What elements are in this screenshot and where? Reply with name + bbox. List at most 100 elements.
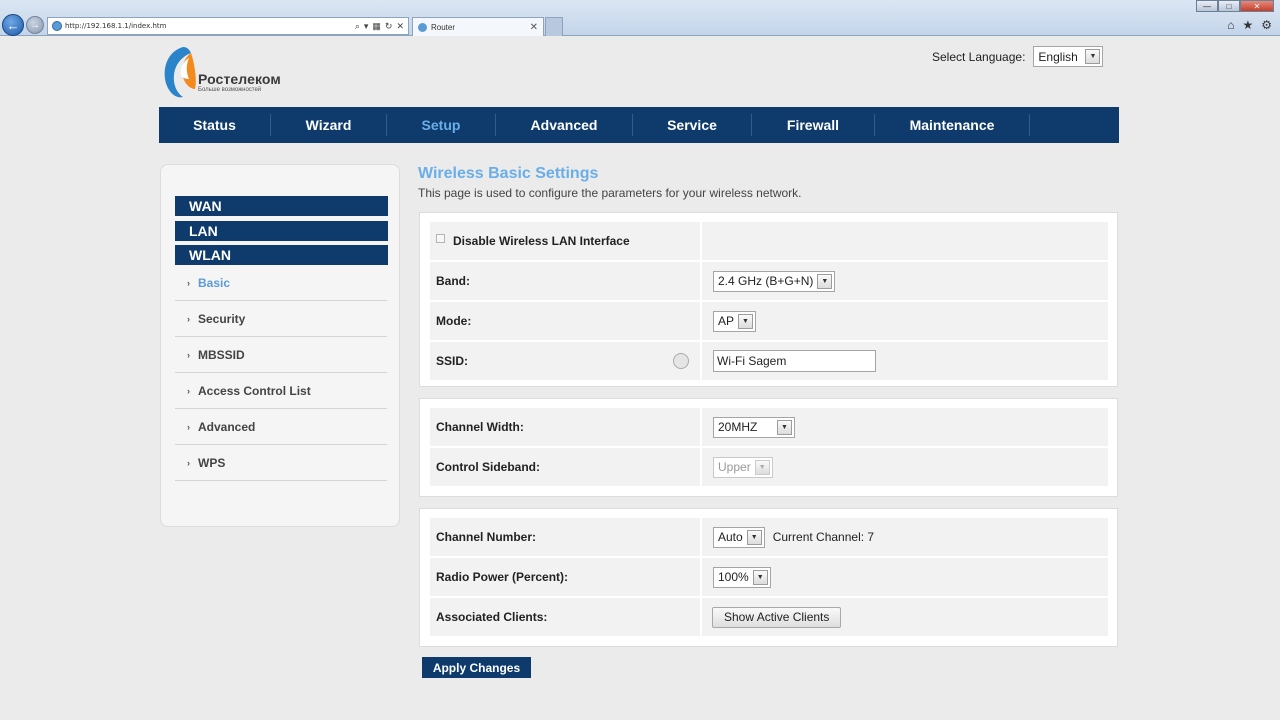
forward-button[interactable]: → <box>26 16 44 34</box>
dropdown-icon[interactable]: ▾ <box>364 21 369 32</box>
chevron-right-icon: › <box>187 385 190 396</box>
sidebar-item-access-control-list[interactable]: › Access Control List <box>175 373 387 409</box>
nav-advanced[interactable]: Advanced <box>496 114 633 136</box>
sidebar-header-wan[interactable]: WAN <box>175 196 388 216</box>
sidebar-item-basic[interactable]: › Basic <box>175 265 387 301</box>
arrow-left-icon: ← <box>6 17 20 33</box>
chevron-down-icon: ▼ <box>752 569 768 585</box>
mode-value: AP <box>718 314 735 328</box>
band-select[interactable]: 2.4 GHz (B+G+N) ▼ <box>713 270 836 292</box>
language-selector: Select Language: English ▼ <box>932 46 1104 67</box>
radio-power-row: Radio Power (Percent): 100% ▼ <box>430 558 1108 596</box>
control-sideband-select[interactable]: Upper ▼ <box>713 456 773 478</box>
mode-select[interactable]: AP ▼ <box>713 310 757 332</box>
sidebar: WAN LAN WLAN › Basic › Security › MBSSID… <box>160 164 400 527</box>
disable-wlan-label: Disable Wireless LAN Interface <box>453 234 630 248</box>
row-separator <box>700 302 702 340</box>
favicon-icon <box>52 21 62 31</box>
ssid-row: SSID: Wi-Fi Sagem <box>430 342 1108 380</box>
row-separator <box>700 558 702 596</box>
chevron-right-icon: › <box>187 349 190 360</box>
chevron-down-icon: ▼ <box>746 529 762 545</box>
browser-tab[interactable]: Router ✕ <box>412 17 544 36</box>
chevron-down-icon: ▼ <box>817 273 833 289</box>
nav-service[interactable]: Service <box>633 114 752 136</box>
row-separator <box>700 408 702 446</box>
nav-firewall[interactable]: Firewall <box>752 114 875 136</box>
ssid-input[interactable]: Wi-Fi Sagem <box>713 350 876 372</box>
maximize-icon[interactable]: □ <box>1218 0 1240 12</box>
nav-setup[interactable]: Setup <box>387 114 496 136</box>
channel-width-label: Channel Width: <box>436 420 524 434</box>
disable-wlan-checkbox[interactable] <box>436 233 445 243</box>
channel-number-label: Channel Number: <box>436 530 537 544</box>
home-icon[interactable]: ⌂ <box>1227 18 1234 32</box>
search-icon[interactable]: ⌕ <box>355 21 360 32</box>
back-button[interactable]: ← <box>2 14 24 36</box>
control-sideband-label: Control Sideband: <box>436 460 540 474</box>
mode-row: Mode: AP ▼ <box>430 302 1108 340</box>
minimize-icon[interactable]: — <box>1196 0 1218 12</box>
chevron-down-icon: ▼ <box>738 313 754 329</box>
row-separator <box>700 342 702 380</box>
address-bar[interactable]: http://192.168.1.1/index.htm ⌕ ▾ ▦ ↻ ✕ <box>47 17 409 35</box>
language-value: English <box>1038 49 1078 64</box>
row-separator <box>700 448 702 486</box>
chevron-down-icon: ▼ <box>1085 49 1101 64</box>
sidebar-item-mbssid[interactable]: › MBSSID <box>175 337 387 373</box>
arrow-right-icon: → <box>30 19 40 31</box>
sidebar-item-label: Access Control List <box>198 383 311 398</box>
channel-panel: Channel Number: Auto ▼ Current Channel: … <box>419 508 1118 647</box>
sidebar-header-lan[interactable]: LAN <box>175 221 388 241</box>
radio-power-select[interactable]: 100% ▼ <box>713 566 771 588</box>
associated-clients-label: Associated Clients: <box>436 610 548 624</box>
page-title: Wireless Basic Settings <box>418 165 599 182</box>
new-tab-button[interactable] <box>545 17 563 36</box>
browser-chrome: ← → http://192.168.1.1/index.htm ⌕ ▾ ▦ ↻… <box>0 0 1280 36</box>
language-label: Select Language: <box>932 49 1026 64</box>
logo-name: Ростелеком <box>198 71 281 87</box>
sidebar-item-label: Advanced <box>198 419 256 434</box>
refresh-icon[interactable]: ↻ <box>385 21 393 32</box>
rostelecom-logo-icon <box>164 47 196 98</box>
sidebar-item-label: MBSSID <box>198 347 245 362</box>
apply-changes-button[interactable]: Apply Changes <box>422 657 531 678</box>
compat-icon[interactable]: ▦ <box>372 21 381 32</box>
gear-icon[interactable]: ⚙ <box>1261 18 1272 32</box>
sidebar-item-wps[interactable]: › WPS <box>175 445 387 481</box>
window-close-icon[interactable]: ✕ <box>1240 0 1274 12</box>
channel-number-value: Auto <box>718 530 743 544</box>
nav-maintenance[interactable]: Maintenance <box>875 114 1030 136</box>
row-separator <box>700 598 702 636</box>
nav-wizard[interactable]: Wizard <box>271 114 387 136</box>
browser-tools: ⌂ ★ ⚙ <box>1227 18 1272 32</box>
basic-settings-panel: Disable Wireless LAN Interface Band: 2.4… <box>419 212 1118 387</box>
row-separator <box>700 262 702 300</box>
address-url[interactable]: http://192.168.1.1/index.htm <box>65 22 355 30</box>
show-active-clients-button[interactable]: Show Active Clients <box>712 606 842 628</box>
language-select[interactable]: English ▼ <box>1033 46 1104 67</box>
nav-status[interactable]: Status <box>159 114 271 136</box>
channel-width-select[interactable]: 20MHZ ▼ <box>713 416 795 438</box>
tab-close-icon[interactable]: ✕ <box>530 22 543 33</box>
sidebar-item-security[interactable]: › Security <box>175 301 387 337</box>
current-channel: Current Channel: 7 <box>772 530 875 544</box>
stop-icon[interactable]: ✕ <box>396 21 404 32</box>
favorites-star-icon[interactable]: ★ <box>1242 18 1253 32</box>
associated-clients-row: Associated Clients: Show Active Clients <box>430 598 1108 636</box>
band-row: Band: 2.4 GHz (B+G+N) ▼ <box>430 262 1108 300</box>
sidebar-item-label: WPS <box>198 455 226 470</box>
window-controls: — □ ✕ <box>1196 0 1274 12</box>
sidebar-header-wlan[interactable]: WLAN <box>175 245 388 265</box>
channel-number-row: Channel Number: Auto ▼ Current Channel: … <box>430 518 1108 556</box>
row-separator <box>700 222 702 260</box>
sidebar-item-advanced[interactable]: › Advanced <box>175 409 387 445</box>
channel-width-value: 20MHZ <box>718 420 758 434</box>
chevron-right-icon: › <box>187 457 190 468</box>
main-nav: Status Wizard Setup Advanced Service Fir… <box>159 107 1119 143</box>
radio-power-label: Radio Power (Percent): <box>436 570 569 584</box>
radio-power-value: 100% <box>718 570 749 584</box>
channel-number-select[interactable]: Auto ▼ <box>713 526 765 548</box>
sidebar-item-label: Security <box>198 311 246 326</box>
row-separator <box>700 518 702 556</box>
